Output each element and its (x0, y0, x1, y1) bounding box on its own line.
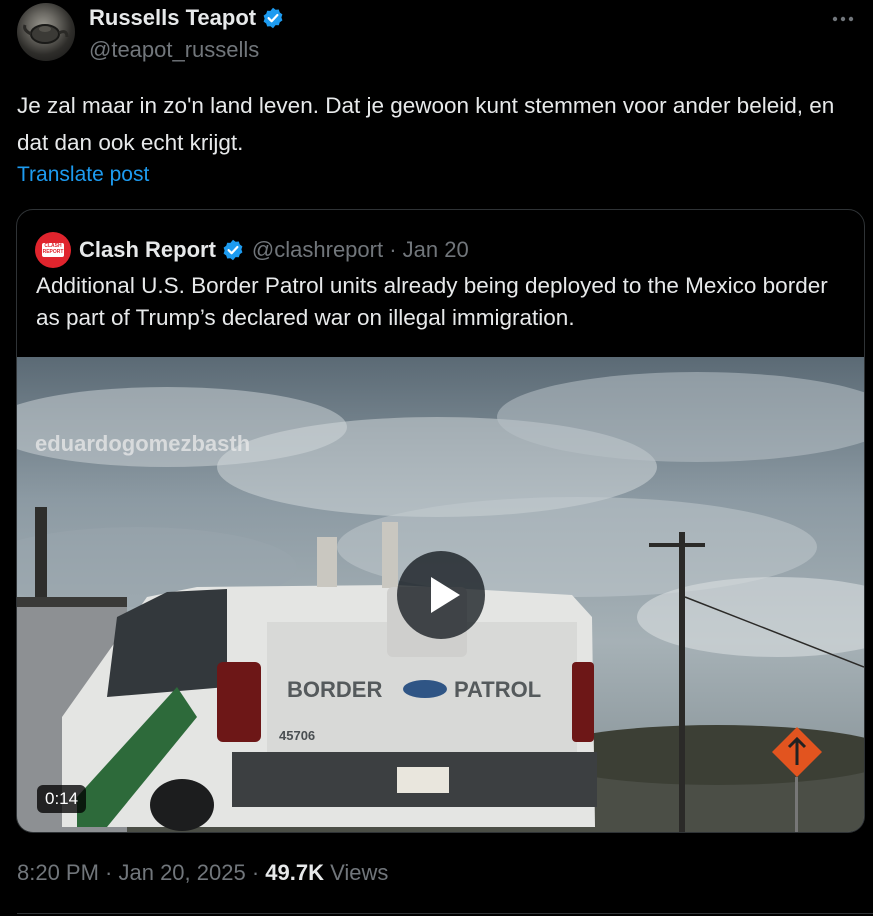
verified-badge-icon (223, 239, 243, 261)
svg-text:PATROL: PATROL (454, 677, 541, 702)
play-button[interactable] (397, 551, 485, 639)
author-display-name[interactable]: Russells Teapot (89, 5, 256, 31)
post-meta: 8:20 PM · Jan 20, 2025 · 49.7K Views (17, 860, 388, 886)
quoted-post-text: Additional U.S. Border Patrol units alre… (36, 273, 828, 330)
views-count: 49.7K (265, 860, 324, 885)
post-text: Je zal maar in zo'n land leven. Dat je g… (17, 93, 835, 155)
quoted-post-card[interactable]: CLASH REPORT Clash Report @clashreport · … (16, 209, 865, 833)
svg-text:45706: 45706 (279, 728, 315, 743)
translate-post-link[interactable]: Translate post (17, 163, 149, 187)
quoted-handle-date: @clashreport · Jan 20 (251, 237, 469, 262)
views-label: Views (330, 860, 389, 885)
divider (17, 913, 873, 914)
post-timestamp[interactable]: 8:20 PM · Jan 20, 2025 · (17, 860, 259, 885)
video-watermark: eduardogomezbasth (35, 431, 251, 456)
post-header: Russells Teapot @teapot_russells (17, 3, 857, 63)
quoted-author-name[interactable]: Clash Report (79, 237, 216, 263)
quoted-post-header: CLASH REPORT Clash Report @clashreport · … (35, 232, 469, 268)
play-icon (431, 577, 460, 613)
more-horizontal-icon[interactable] (829, 9, 857, 29)
video-player[interactable]: BORDER PATROL 45706 eduardogomezbasth 0:… (17, 357, 864, 832)
verified-badge-icon (263, 7, 283, 29)
clash-report-avatar[interactable]: CLASH REPORT (35, 232, 71, 268)
svg-text:BORDER: BORDER (287, 677, 382, 702)
author-name-row: Russells Teapot (89, 5, 284, 31)
video-duration-badge: 0:14 (37, 785, 87, 813)
author-avatar[interactable] (17, 3, 75, 61)
author-handle[interactable]: @teapot_russells (89, 37, 259, 63)
